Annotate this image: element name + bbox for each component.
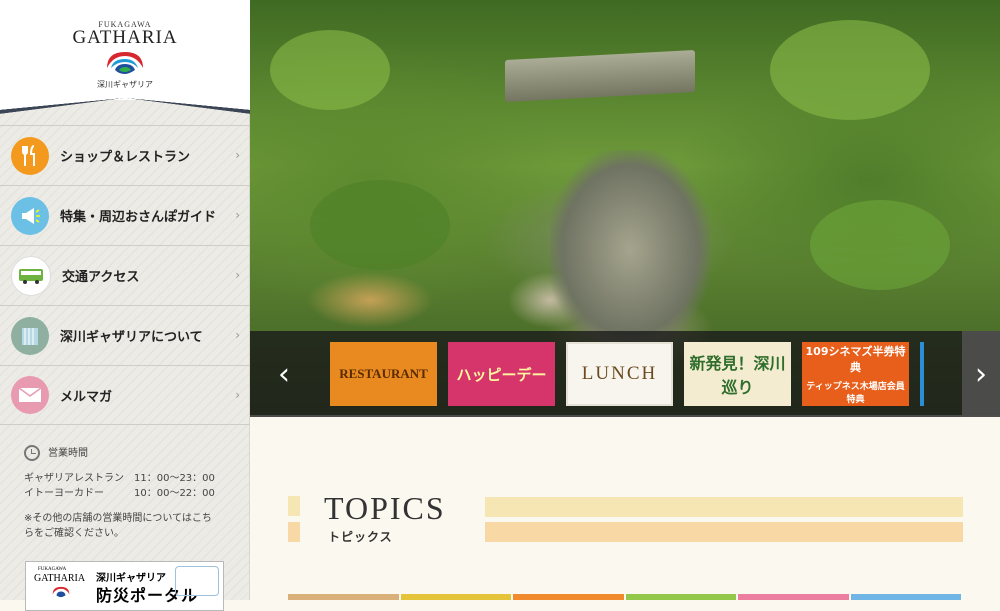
chevron-right-icon: › (235, 148, 240, 162)
banner-fukagawa-meguri[interactable]: 新発見！深川巡り (684, 342, 791, 406)
color-bar-segment (738, 594, 849, 600)
banner-text: ティップネス木場店会員特典 (806, 382, 905, 405)
topics-header: TOPICS トピックス (288, 490, 963, 552)
logo-mark-icon (52, 586, 70, 598)
topics-title: TOPICS (324, 490, 446, 526)
nav-label: 深川ギャザリアについて (60, 330, 203, 345)
nav-label: 交通アクセス (62, 270, 140, 285)
banner-partial[interactable] (920, 342, 924, 406)
hours-name: ギャザリアレストラン (24, 473, 124, 484)
nav-label: 特集・周辺おさんぽガイド (60, 210, 217, 225)
hours-note-link[interactable]: ※その他の店舗の営業時間についてはこちらをご確認ください。 (24, 511, 220, 541)
nav-label: メルマガ (60, 389, 113, 405)
color-bar-segment (850, 594, 961, 600)
color-bar-segment (400, 594, 511, 600)
hours-row: ギャザリアレストラン 11：00〜23：00 (24, 471, 234, 486)
hours-name: イトーヨーカドー (24, 488, 104, 499)
fork-knife-icon (11, 136, 49, 175)
nav-label: ショップ＆レストラン (60, 150, 191, 165)
hours-row: イトーヨーカドー 10：00〜22：00 (24, 486, 234, 501)
banner-cinema-tipness[interactable]: 109シネマズ半券特典 ティップネス木場店会員特典 (802, 342, 909, 406)
sidebar: FUKAGAWA GATHARIA 深川ギャザリア ショップ＆レストラン › 特… (0, 0, 250, 611)
banner-lunch[interactable]: LUNCH (566, 342, 673, 406)
hours-time: 10：00〜22：00 (134, 488, 215, 499)
nav-item-shop-restaurant[interactable]: ショップ＆レストラン › (0, 125, 250, 185)
chevron-right-icon: › (235, 268, 240, 282)
bousai-logo-small: FUKAGAWA (38, 567, 67, 572)
banner-happy-day[interactable]: ハッピーデー (448, 342, 555, 406)
color-bar-segment (625, 594, 736, 600)
nav-item-access[interactable]: 交通アクセス › (0, 245, 250, 305)
banner-text: LUNCH (581, 363, 658, 384)
nav-item-about[interactable]: 深川ギャザリアについて › (0, 305, 250, 365)
sidebar-nav: ショップ＆レストラン › 特集・周辺おさんぽガイド › 交通アクセス › 深川ギ… (0, 125, 250, 425)
disaster-portal-banner[interactable]: FUKAGAWA GATHARIA 深川ギャザリア 防災ポータル (25, 561, 224, 611)
logo-jp-text: 深川ギャザリア (97, 80, 153, 89)
logo-main-text: GATHARIA (72, 27, 178, 48)
chevron-right-icon: › (235, 388, 240, 402)
building-icon (11, 316, 49, 355)
color-bar-segment (513, 594, 624, 600)
clock-icon (24, 445, 40, 461)
map-icon (175, 566, 219, 596)
category-color-bar (288, 594, 963, 600)
hours-title: 営業時間 (48, 447, 88, 459)
banner-restaurant[interactable]: RESTAURANT (330, 342, 437, 406)
stream-shape (550, 150, 710, 350)
carousel-next-button[interactable]: › (962, 331, 1000, 417)
logo-mark-icon (107, 52, 143, 74)
nav-item-newsletter[interactable]: メルマガ › (0, 365, 250, 425)
chevron-right-icon: › (235, 328, 240, 342)
color-bar-segment (288, 594, 399, 600)
business-hours: 営業時間 ギャザリアレストラン 11：00〜23：00 イトーヨーカドー 10：… (24, 445, 234, 541)
bousai-logo-main: GATHARIA (34, 573, 86, 584)
nav-item-feature-guide[interactable]: 特集・周辺おさんぽガイド › (0, 185, 250, 245)
banner-carousel: ‹ RESTAURANT ハッピーデー LUNCH 新発見！深川巡り 109シネ… (250, 331, 1000, 417)
banner-text: 109シネマズ半券特典 (805, 345, 906, 374)
chevron-right-icon: › (235, 208, 240, 222)
banner-text: RESTAURANT (339, 366, 428, 381)
banner-text: ハッピーデー (456, 365, 547, 384)
banner-text: 新発見！深川巡り (689, 354, 786, 397)
hours-time: 11：00〜23：00 (134, 473, 215, 484)
bus-icon (11, 255, 51, 296)
topics-subtitle: トピックス (328, 530, 393, 544)
carousel-prev-button[interactable]: ‹ (266, 331, 302, 417)
logo[interactable]: FUKAGAWA GATHARIA 深川ギャザリア (0, 0, 250, 114)
envelope-icon (11, 376, 49, 414)
bridge-shape (505, 50, 695, 102)
megaphone-icon (11, 196, 49, 235)
